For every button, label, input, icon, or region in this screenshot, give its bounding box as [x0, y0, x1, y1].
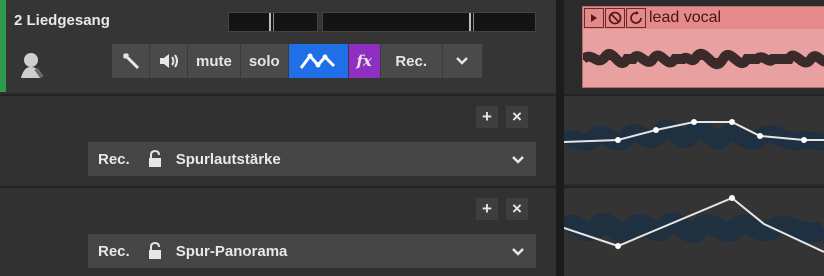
add-lane-button[interactable]: +: [476, 106, 498, 128]
lock-icon[interactable]: [148, 241, 162, 260]
lane-name: Spur-Panorama: [175, 242, 288, 260]
lane-rec-button[interactable]: Rec.: [98, 243, 130, 260]
volume-envelope-lane[interactable]: [564, 94, 824, 184]
volume-meter: [228, 12, 318, 32]
lane-name: Spurlautstärke: [175, 150, 281, 168]
automation-lane-volume: + × Rec. Spurlautstärke: [0, 94, 556, 184]
lock-icon[interactable]: [148, 149, 162, 168]
speaker-icon[interactable]: [150, 44, 188, 78]
automation-lane-pan: + × Rec. Spur-Panorama: [0, 186, 556, 276]
singer-avatar-icon[interactable]: [18, 50, 46, 80]
level-meter: [322, 12, 536, 32]
close-lane-button[interactable]: ×: [506, 106, 528, 128]
track-toolbar: mute solo fx Rec.: [112, 44, 537, 78]
automation-icon[interactable]: [288, 44, 349, 78]
track-color-stripe: [0, 0, 6, 92]
play-icon[interactable]: [584, 8, 604, 28]
pan-envelope: [564, 195, 824, 253]
no-icon[interactable]: [605, 8, 625, 28]
audio-clip[interactable]: lead vocal: [582, 6, 824, 88]
volume-envelope: [564, 119, 824, 152]
loop-icon[interactable]: [626, 8, 646, 28]
lane-selector[interactable]: Rec. Spur-Panorama: [88, 234, 536, 268]
panel-divider[interactable]: [556, 0, 564, 276]
pan-envelope-lane[interactable]: [564, 186, 824, 276]
add-lane-button[interactable]: +: [476, 198, 498, 220]
track-name[interactable]: 2 Liedgesang: [14, 12, 110, 29]
mute-button[interactable]: mute: [188, 44, 241, 78]
track-panel: 2 Liedgesang mute solo fx Rec. + × Rec. …: [0, 0, 556, 276]
fx-button[interactable]: fx: [348, 44, 381, 78]
lane-rec-button[interactable]: Rec.: [98, 151, 130, 168]
solo-button[interactable]: solo: [240, 44, 289, 78]
clip-waveform: [583, 48, 824, 70]
chevron-down-icon[interactable]: [512, 151, 524, 168]
wrench-icon[interactable]: [112, 44, 150, 78]
clip-title: lead vocal: [649, 9, 722, 26]
clip-header[interactable]: lead vocal: [583, 7, 824, 29]
track-header[interactable]: 2 Liedgesang mute solo fx Rec.: [0, 0, 556, 92]
chevron-down-icon[interactable]: [442, 44, 483, 78]
rec-button[interactable]: Rec.: [380, 44, 443, 78]
lane-selector[interactable]: Rec. Spurlautstärke: [88, 142, 536, 176]
arrange-view: lead vocal: [564, 0, 824, 276]
chevron-down-icon[interactable]: [512, 243, 524, 260]
close-lane-button[interactable]: ×: [506, 198, 528, 220]
